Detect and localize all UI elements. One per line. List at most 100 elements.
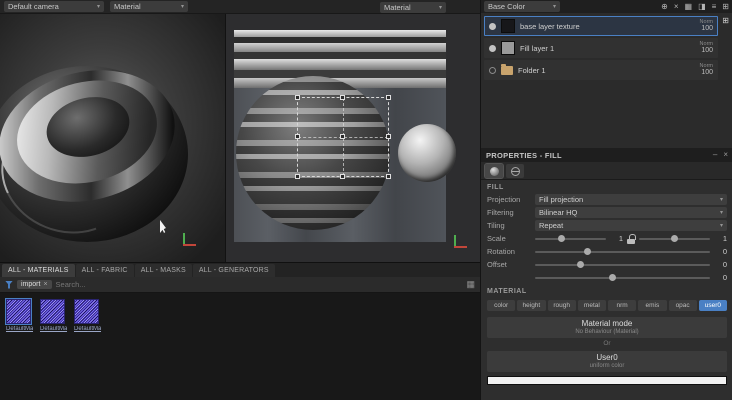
user0-mode-button[interactable]: User0 uniform color [487,351,727,372]
slider-handle[interactable] [557,234,565,242]
offset-u-value[interactable]: 0 [714,260,727,269]
add-folder-icon[interactable]: ⊞ [722,2,729,11]
viewport-2d[interactable] [226,14,480,262]
visibility-eye-icon[interactable] [489,22,496,30]
user0-title: User0 [596,353,618,362]
tiling-dropdown[interactable]: Repeat ▾ [535,220,727,231]
projection-dropdown[interactable]: Fill projection ▾ [535,194,727,205]
tab-material-properties[interactable] [484,163,504,179]
delete-layer-icon[interactable]: × [674,2,679,11]
channel-opacity-button[interactable]: opac [668,300,697,311]
transform-handle[interactable] [295,174,300,179]
close-icon[interactable]: × [723,151,728,159]
blend-mode[interactable]: Norm [700,41,713,48]
transform-handle[interactable] [295,134,300,139]
blend-mode[interactable]: Norm [700,19,713,26]
tab-geometry-properties[interactable] [506,164,524,178]
transform-handle[interactable] [340,174,345,179]
lock-icon[interactable] [627,233,636,244]
chevron-down-icon: ▾ [552,4,556,10]
transform-pivot-handle[interactable] [340,134,345,139]
layer-opacity[interactable]: 100 [701,25,713,33]
add-fill-layer-icon[interactable]: ▦ [685,2,693,11]
add-effect-icon[interactable]: ⊕ [661,2,668,11]
filter-icon[interactable] [5,280,13,289]
channel-view-dropdown[interactable]: Base Color ▾ [484,1,560,12]
channel-color-button[interactable]: color [487,300,516,311]
tab-all-fabric[interactable]: ALL - FABRIC [75,264,134,277]
tab-all-materials[interactable]: ALL - MATERIALS [2,264,75,277]
or-divider: Or [603,340,611,347]
shelf-asset-item[interactable]: DefaultMa... [5,298,33,332]
layer-row[interactable]: Fill layer 1 Norm 100 [484,38,718,58]
scale-v-value[interactable]: 1 [714,234,727,243]
visibility-eye-icon[interactable] [489,44,496,52]
shelf-search-input[interactable] [55,280,463,289]
material-mode-button[interactable]: Material mode No Behaviour (Material) [487,317,727,338]
offset-u-row: Offset 0 [481,258,732,271]
scale-u-value[interactable]: 1 [610,234,623,243]
x-axis-icon [454,246,467,248]
shelf-tab-bar: ALL - MATERIALS ALL - FABRIC ALL - MASKS… [0,262,480,277]
layer-opacity[interactable]: 100 [701,69,713,77]
channel-rough-button[interactable]: rough [547,300,576,311]
rotation-slider[interactable] [535,247,710,257]
slider-handle[interactable] [608,273,616,281]
channel-metal-button[interactable]: metal [577,300,606,311]
layer-row[interactable]: Folder 1 Norm 100 [484,60,718,80]
uniform-color-swatch[interactable] [487,376,727,385]
scale-v-slider[interactable] [639,234,710,244]
shelf-asset-item[interactable]: DefaultMat... [40,299,67,332]
layer-menu-icon[interactable]: ≡ [712,2,717,11]
offset-v-row: 0 [481,271,732,284]
add-mask-icon[interactable]: ◨ [698,2,706,11]
rotation-value[interactable]: 0 [714,247,727,256]
minimize-icon[interactable]: – [713,151,717,159]
filtering-value: Bilinear HQ [539,208,578,217]
visibility-eye-off-icon[interactable] [489,66,496,74]
layer-row[interactable]: base layer texture Norm 100 [484,16,718,36]
channel-user0-button[interactable]: user0 [698,300,727,311]
offset-v-value[interactable]: 0 [714,273,727,282]
offset-v-slider[interactable] [535,273,710,283]
blend-mode[interactable]: Norm [700,63,713,70]
dock-panel-icon[interactable]: ⊞ [722,16,729,25]
camera-dropdown[interactable]: Default camera ▾ [4,1,104,12]
transform-handle[interactable] [386,134,391,139]
transform-handle[interactable] [386,95,391,100]
view2d-mode-dropdown[interactable]: Material ▾ [380,1,446,13]
scale-label: Scale [487,234,506,243]
channel-height-button[interactable]: height [517,300,546,311]
grid-view-icon[interactable]: ▦ [466,280,475,289]
filter-chip-import[interactable]: import × [17,280,52,289]
material-mode-subtitle: No Behaviour (Material) [575,329,639,335]
channel-normal-button[interactable]: nrm [608,300,637,311]
channel-emissive-button[interactable]: emis [638,300,667,311]
texture-stripe [234,59,446,70]
transform-selection-box[interactable] [295,95,391,179]
slider-handle[interactable] [584,247,591,255]
layer-thumbnail [501,41,515,55]
chip-close-icon[interactable]: × [43,281,47,288]
offset-u-slider[interactable] [535,260,710,270]
viewport-3d[interactable] [0,14,226,262]
slider-handle[interactable] [670,234,678,242]
slider-handle[interactable] [577,260,584,268]
layer-opacity[interactable]: 100 [701,47,713,55]
layer-meta: Norm 100 [700,41,713,56]
transform-handle[interactable] [295,95,300,100]
filter-chip-label: import [21,281,41,288]
shader-dropdown-label: Material [114,2,141,11]
shader-dropdown[interactable]: Material ▾ [110,1,188,12]
x-axis-icon [183,244,196,246]
properties-tab-bar [481,162,732,180]
transform-handle[interactable] [340,95,345,100]
scale-u-slider[interactable] [535,234,606,244]
tab-all-generators[interactable]: ALL - GENERATORS [192,264,275,277]
material-section-title: MATERIAL [487,288,527,295]
chevron-down-icon: ▾ [719,223,723,229]
tab-all-masks[interactable]: ALL - MASKS [134,264,192,277]
transform-handle[interactable] [386,174,391,179]
shelf-asset-item[interactable]: DefaultMat... [74,299,101,332]
filtering-dropdown[interactable]: Bilinear HQ ▾ [535,207,727,218]
